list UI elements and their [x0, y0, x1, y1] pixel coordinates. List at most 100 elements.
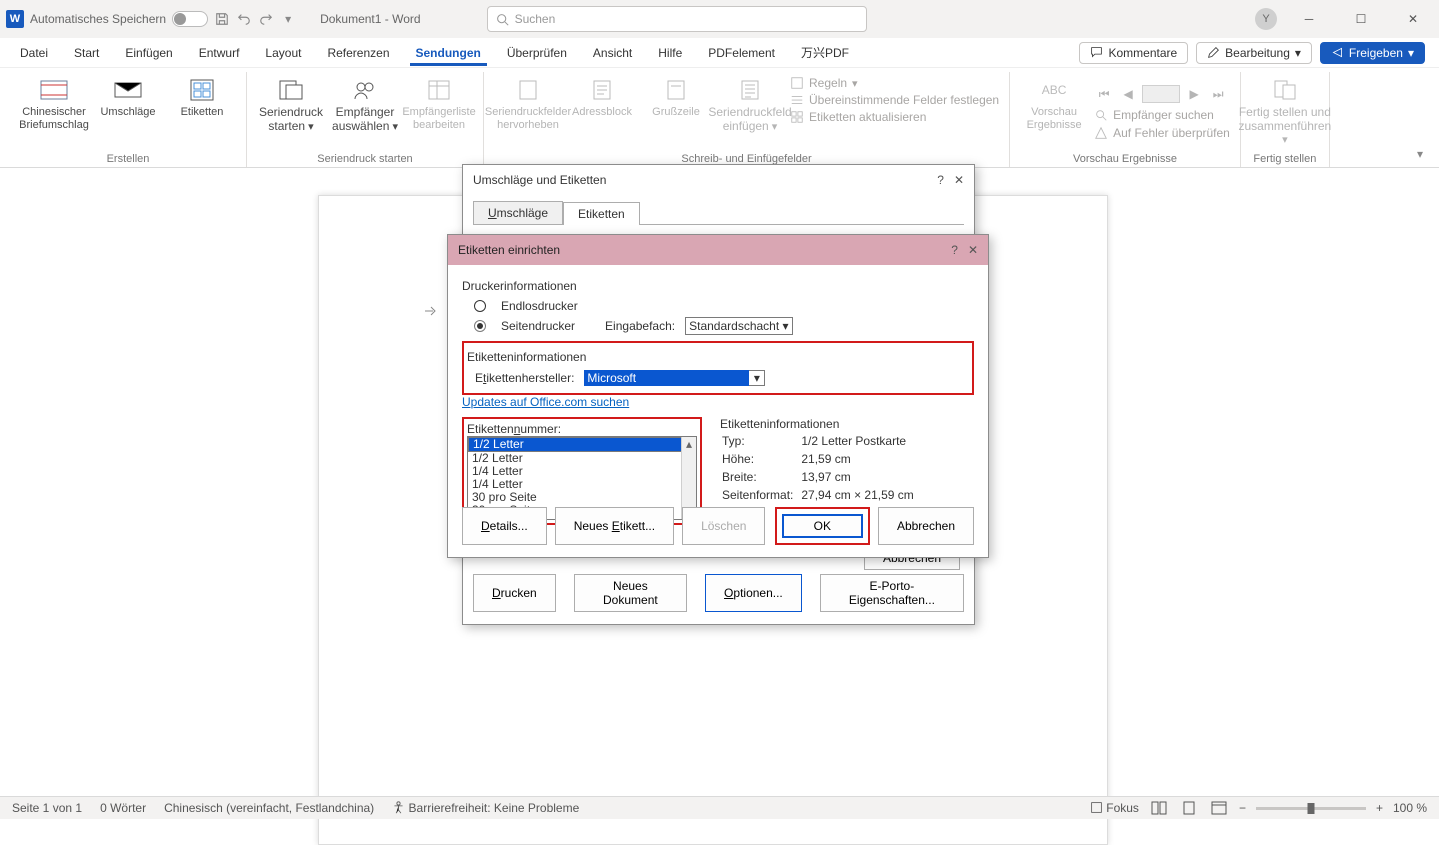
- details-button[interactable]: Details...: [462, 507, 547, 545]
- greeting-line-button: Grußzeile: [642, 72, 710, 119]
- accessibility-status[interactable]: Barrierefreiheit: Keine Probleme: [392, 801, 579, 815]
- pencil-icon: [1207, 46, 1220, 59]
- labels-button[interactable]: Etiketten: [168, 72, 236, 119]
- chevron-down-icon[interactable]: ▾: [749, 370, 765, 386]
- minimize-button[interactable]: ─: [1289, 4, 1329, 34]
- tab-start[interactable]: Start: [68, 40, 105, 66]
- continuous-printer-radio[interactable]: [474, 300, 486, 312]
- redo-icon[interactable]: [258, 11, 274, 27]
- tab-datei[interactable]: Datei: [14, 40, 54, 66]
- focus-mode-button[interactable]: Fokus: [1090, 801, 1139, 815]
- avatar[interactable]: Y: [1255, 8, 1277, 30]
- update-labels-button: Etiketten aktualisieren: [790, 110, 999, 124]
- zoom-level[interactable]: 100 %: [1393, 801, 1427, 815]
- autosave-label: Automatisches Speichern: [30, 12, 166, 26]
- delete-button: Löschen: [682, 507, 765, 545]
- tab-layout[interactable]: Layout: [259, 40, 307, 66]
- edit-recipients-button: Empfängerliste bearbeiten: [405, 72, 473, 131]
- word-app-icon: W: [6, 10, 24, 28]
- zoom-out-button[interactable]: −: [1239, 801, 1246, 815]
- tab-hilfe[interactable]: Hilfe: [652, 40, 688, 66]
- focus-icon: [1090, 801, 1103, 814]
- tab-sendungen[interactable]: Sendungen: [410, 40, 487, 66]
- cancel-button[interactable]: Abbrechen: [878, 507, 974, 545]
- finish-merge-button: Fertig stellen und zusammenführen ▾: [1251, 72, 1319, 146]
- titlebar: W Automatisches Speichern ▾ Dokument1 - …: [0, 0, 1439, 38]
- find-recipient-button: Empfänger suchen: [1094, 108, 1230, 122]
- tab-ansicht[interactable]: Ansicht: [587, 40, 638, 66]
- tab-ueberpruefen[interactable]: Überprüfen: [501, 40, 573, 66]
- language-status[interactable]: Chinesisch (vereinfacht, Festlandchina): [164, 801, 374, 815]
- options-button[interactable]: Optionen...: [705, 574, 802, 612]
- new-label-button[interactable]: Neues Etikett...: [555, 507, 674, 545]
- dialog-title: Etiketten einrichten: [458, 243, 560, 257]
- undo-icon[interactable]: [236, 11, 252, 27]
- check-errors-button: Auf Fehler überprüfen: [1094, 126, 1230, 140]
- ribbon-group-erstellen: Chinesischer Briefumschlag Umschläge Eti…: [10, 72, 247, 167]
- label-info-highlight: Etiketteninformationen Etikettenherstell…: [462, 341, 974, 395]
- tray-label: Eingabefach:: [605, 319, 675, 333]
- print-layout-icon[interactable]: [1179, 800, 1199, 816]
- ok-button[interactable]: OK: [782, 514, 863, 538]
- share-button[interactable]: Freigeben▾: [1320, 42, 1425, 64]
- tray-select[interactable]: Standardschacht ▾: [685, 317, 792, 335]
- prev-record-icon: ◀: [1118, 84, 1138, 104]
- print-button[interactable]: Drucken: [473, 574, 556, 612]
- zoom-in-button[interactable]: +: [1376, 801, 1383, 815]
- web-layout-icon[interactable]: [1209, 800, 1229, 816]
- ok-highlight: OK: [775, 507, 870, 545]
- rules-button: Regeln ▾: [790, 76, 999, 90]
- vendor-label: Etikettenhersteller:: [475, 371, 574, 385]
- comment-icon: [1090, 46, 1103, 59]
- ribbon-group-seriendruck: Seriendruck starten ▾ Empfänger auswähle…: [247, 72, 484, 167]
- tab-wondershare-pdf[interactable]: 万兴PDF: [795, 38, 855, 67]
- statusbar: Seite 1 von 1 0 Wörter Chinesisch (verei…: [0, 796, 1439, 819]
- last-record-icon: ⏭: [1208, 84, 1228, 104]
- search-input[interactable]: Suchen: [487, 6, 867, 32]
- zoom-slider[interactable]: [1256, 807, 1366, 810]
- envelopes-button[interactable]: Umschläge: [94, 72, 162, 119]
- record-navigation: ⏮ ◀ ▶ ⏭: [1094, 76, 1230, 104]
- ribbon-group-label: Erstellen: [107, 151, 150, 167]
- comments-button[interactable]: Kommentare: [1079, 42, 1188, 64]
- maximize-button[interactable]: ☐: [1341, 4, 1381, 34]
- page-count[interactable]: Seite 1 von 1: [12, 801, 82, 815]
- eporto-button[interactable]: E-Porto-Eigenschaften...: [820, 574, 964, 612]
- close-icon[interactable]: ✕: [968, 243, 978, 257]
- share-icon: [1331, 46, 1344, 59]
- word-count[interactable]: 0 Wörter: [100, 801, 146, 815]
- close-window-button[interactable]: ✕: [1393, 4, 1433, 34]
- dialog-tab-etiketten[interactable]: Etiketten: [563, 202, 640, 225]
- printer-info-heading: Druckerinformationen: [462, 279, 974, 293]
- ribbon: Chinesischer Briefumschlag Umschläge Eti…: [0, 68, 1439, 168]
- page-printer-radio[interactable]: [474, 320, 486, 332]
- start-mailmerge-button[interactable]: Seriendruck starten ▾: [257, 72, 325, 134]
- list-item[interactable]: 1/2 Letter: [468, 437, 696, 452]
- tab-referenzen[interactable]: Referenzen: [321, 40, 395, 66]
- read-mode-icon[interactable]: [1149, 800, 1169, 816]
- help-icon[interactable]: ?: [937, 173, 944, 187]
- address-block-button: Adressblock: [568, 72, 636, 119]
- label-options-dialog: Etiketten einrichten ? ✕ Druckerinformat…: [447, 234, 989, 558]
- paragraph-mark-icon: [421, 301, 441, 321]
- vendor-select[interactable]: Microsoft: [584, 370, 749, 386]
- editing-mode-button[interactable]: Bearbeitung▾: [1196, 42, 1312, 64]
- chevron-down-icon: ▾: [1295, 46, 1301, 60]
- chinese-envelope-button[interactable]: Chinesischer Briefumschlag: [20, 72, 88, 131]
- accessibility-icon: [392, 801, 405, 814]
- tab-entwurf[interactable]: Entwurf: [193, 40, 246, 66]
- new-document-button[interactable]: Neues Dokument: [574, 574, 687, 612]
- save-icon[interactable]: [214, 11, 230, 27]
- tab-einfuegen[interactable]: Einfügen: [119, 40, 178, 66]
- tab-pdfelement[interactable]: PDFelement: [702, 40, 781, 66]
- autosave-toggle[interactable]: [172, 11, 208, 27]
- next-record-icon: ▶: [1184, 84, 1204, 104]
- select-recipients-button[interactable]: Empfänger auswählen ▾: [331, 72, 399, 134]
- dialog-tab-umschlaege[interactable]: Umschläge: [473, 201, 563, 224]
- help-icon[interactable]: ?: [951, 243, 958, 257]
- ribbon-collapse-icon[interactable]: ▾: [1411, 141, 1429, 167]
- qat-dropdown-icon[interactable]: ▾: [280, 11, 296, 27]
- close-icon[interactable]: ✕: [954, 173, 964, 187]
- ribbon-group-label: Vorschau Ergebnisse: [1073, 151, 1177, 167]
- office-updates-link[interactable]: Updates auf Office.com suchen: [462, 395, 629, 409]
